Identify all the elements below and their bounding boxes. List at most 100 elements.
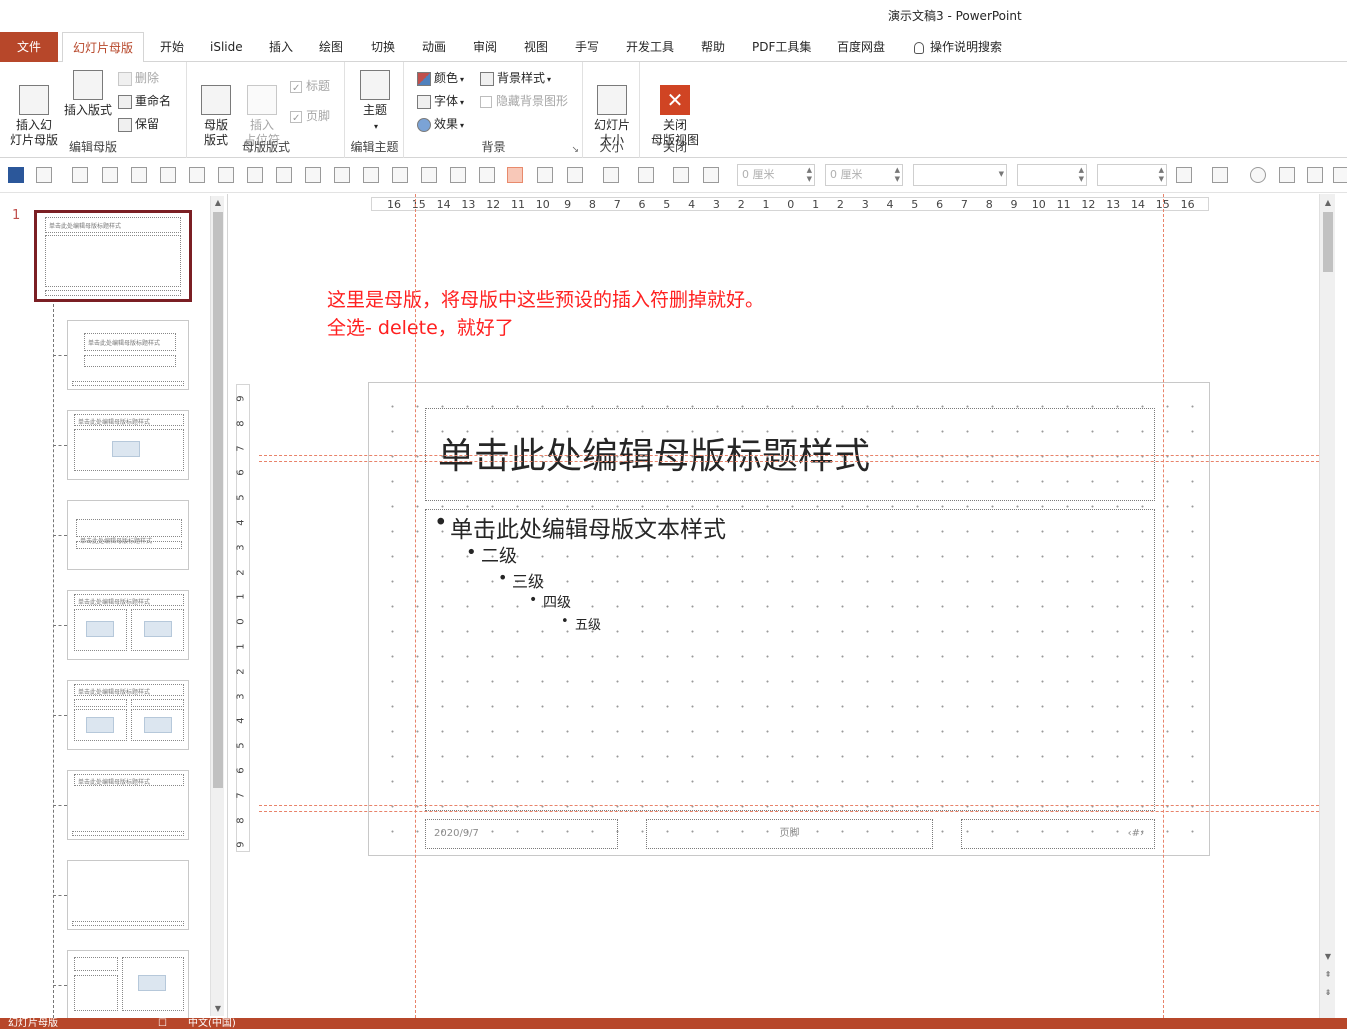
ungroup-icon[interactable] bbox=[160, 167, 176, 183]
shape-merge-icon[interactable] bbox=[1176, 167, 1192, 183]
resize-icon[interactable] bbox=[537, 167, 553, 183]
next-slide-icon[interactable]: ⇟ bbox=[1321, 986, 1335, 1000]
background-styles-button[interactable]: 背景样式 ▾ bbox=[480, 68, 551, 88]
master-slide-canvas[interactable]: 单击此处编辑母版标题样式 单击此处编辑母版文本样式 二级 三级 四级 五级 20… bbox=[368, 382, 1210, 856]
footer-checkbox[interactable]: 页脚 bbox=[290, 106, 330, 129]
group-icon[interactable] bbox=[131, 167, 147, 183]
horizontal-guide-bottom-1[interactable] bbox=[259, 805, 1319, 806]
align-right-icon[interactable] bbox=[363, 167, 379, 183]
footer-placeholder[interactable]: 页脚 bbox=[646, 819, 933, 849]
layout-thumbnail-content[interactable]: 单击此处编辑母版标题样式 bbox=[67, 410, 189, 480]
undo-icon[interactable] bbox=[36, 167, 52, 183]
slide-number-placeholder[interactable]: ‹#› bbox=[961, 819, 1155, 849]
insert-placeholder-button[interactable]: 插入 占位符 bbox=[236, 70, 288, 148]
tab-islide[interactable]: iSlide bbox=[210, 32, 243, 62]
layout-thumbnail-two-content[interactable]: 单击此处编辑母版标题样式 bbox=[67, 590, 189, 660]
tell-me-search[interactable]: 操作说明搜索 bbox=[914, 32, 1002, 62]
horizontal-guide-bottom-2[interactable] bbox=[259, 811, 1319, 812]
shape-width-input[interactable]: 0 厘米 ▲ ▼ bbox=[737, 164, 815, 186]
redo-icon[interactable] bbox=[72, 167, 88, 183]
select-icon[interactable] bbox=[1307, 167, 1323, 183]
distribute-horizontal-icon[interactable] bbox=[421, 167, 437, 183]
tab-developer[interactable]: 开发工具 bbox=[626, 32, 674, 62]
themes-button[interactable]: 主题 ▾ bbox=[353, 70, 397, 134]
layout-thumbnail-comparison[interactable]: 单击此处编辑母版标题样式 bbox=[67, 680, 189, 750]
rotation-spin-icon[interactable]: ▲ ▼ bbox=[1159, 166, 1164, 184]
tab-file[interactable]: 文件 bbox=[0, 32, 58, 62]
tab-review[interactable]: 审阅 bbox=[473, 32, 497, 62]
rename-button[interactable]: 重命名 bbox=[118, 91, 171, 111]
more-icon[interactable] bbox=[1333, 167, 1347, 183]
frame-icon[interactable] bbox=[479, 167, 495, 183]
tab-slide-master[interactable]: 幻灯片母版 bbox=[62, 32, 145, 63]
layout-thumbnail-blank[interactable] bbox=[67, 860, 189, 930]
tab-baidu-netdisk[interactable]: 百度网盘 bbox=[837, 32, 885, 62]
text-box-icon[interactable] bbox=[703, 167, 719, 183]
align-top-icon[interactable] bbox=[218, 167, 234, 183]
thumbnail-scrollbar[interactable]: ▲ ▼ bbox=[210, 196, 224, 1016]
font-name-select[interactable]: ▼ bbox=[913, 164, 1007, 186]
date-placeholder[interactable]: 2020/9/7 bbox=[425, 819, 618, 849]
spacing-input[interactable]: ▲ ▼ bbox=[1017, 164, 1087, 186]
status-language[interactable]: 中文(中国) bbox=[188, 1018, 236, 1029]
format-painter-icon[interactable] bbox=[673, 167, 689, 183]
scroll-up-icon[interactable]: ▲ bbox=[211, 196, 225, 210]
layout-thumbnail-section[interactable]: 单击此处编辑母版标题样式 bbox=[67, 500, 189, 570]
master-thumbnail[interactable]: 单击此处编辑母版标题样式 bbox=[34, 210, 192, 302]
rotation-input[interactable]: ▲ ▼ bbox=[1097, 164, 1167, 186]
scroll-down-icon[interactable]: ▼ bbox=[211, 1002, 225, 1016]
slide-size-button[interactable]: 幻灯片 大小 bbox=[589, 70, 635, 148]
fonts-button[interactable]: 字体 ▾ bbox=[417, 91, 464, 111]
master-layout-button[interactable]: 母版 版式 bbox=[194, 70, 238, 148]
vertical-guide-left[interactable] bbox=[415, 194, 416, 1018]
tab-animations[interactable]: 动画 bbox=[422, 32, 446, 62]
align-bottom-icon[interactable] bbox=[247, 167, 263, 183]
replace-icon[interactable] bbox=[1279, 167, 1295, 183]
editor-scroll-down-icon[interactable]: ▼ bbox=[1321, 950, 1335, 964]
colors-button[interactable]: 颜色 ▾ bbox=[417, 68, 464, 88]
layout-thumbnail-title-only[interactable]: 单击此处编辑母版标题样式 bbox=[67, 770, 189, 840]
title-checkbox[interactable]: 标题 bbox=[290, 76, 330, 99]
align-center-icon[interactable] bbox=[334, 167, 350, 183]
accessibility-icon[interactable]: ☐ bbox=[158, 1018, 167, 1029]
distribute-vertical-icon[interactable] bbox=[450, 167, 466, 183]
outline-icon[interactable] bbox=[638, 167, 654, 183]
effects-button[interactable]: 效果 ▾ bbox=[417, 114, 464, 134]
fill-icon[interactable] bbox=[603, 167, 619, 183]
insert-slide-master-button[interactable]: 插入幻 灯片母版 bbox=[6, 70, 62, 148]
tab-transitions[interactable]: 切换 bbox=[371, 32, 395, 62]
tab-pdf-tools[interactable]: PDF工具集 bbox=[752, 32, 811, 62]
align-left-icon[interactable] bbox=[305, 167, 321, 183]
shape-height-input[interactable]: 0 厘米 ▲ ▼ bbox=[825, 164, 903, 186]
tab-view[interactable]: 视图 bbox=[524, 32, 548, 62]
tab-home[interactable]: 开始 bbox=[160, 32, 184, 62]
editor-scrollbar[interactable]: ▲ ▼ ⇞ ⇟ bbox=[1319, 194, 1335, 1018]
hide-background-checkbox[interactable]: 隐藏背景图形 bbox=[480, 91, 568, 111]
align-icon[interactable] bbox=[102, 167, 118, 183]
close-master-view-button[interactable]: ✕ 关闭 母版视图 bbox=[645, 70, 705, 148]
tab-insert[interactable]: 插入 bbox=[269, 32, 293, 62]
horizontal-guide-top-2[interactable] bbox=[259, 461, 1319, 462]
vertical-guide-right[interactable] bbox=[1163, 194, 1164, 1018]
previous-slide-icon[interactable]: ⇞ bbox=[1321, 968, 1335, 982]
delete-button[interactable]: 删除 bbox=[118, 68, 159, 88]
body-placeholder[interactable]: 单击此处编辑母版文本样式 二级 三级 四级 五级 bbox=[425, 509, 1155, 811]
editor-scroll-thumb[interactable] bbox=[1323, 212, 1333, 272]
editor-scroll-up-icon[interactable]: ▲ bbox=[1321, 196, 1335, 210]
grid-icon[interactable] bbox=[507, 167, 523, 183]
layout-thumbnail-content-caption[interactable] bbox=[67, 950, 189, 1018]
insert-layout-button[interactable]: 插入版式 bbox=[60, 70, 116, 118]
height-spin-icon[interactable]: ▲ ▼ bbox=[895, 166, 900, 184]
layout-thumbnail-title[interactable]: 单击此处编辑母版标题样式 bbox=[67, 320, 189, 390]
snap-icon[interactable] bbox=[1212, 167, 1228, 183]
tab-ink[interactable]: 手写 bbox=[575, 32, 599, 62]
thumbnail-scroll-thumb[interactable] bbox=[213, 212, 223, 788]
align-middle-icon[interactable] bbox=[392, 167, 408, 183]
dialog-launcher-icon[interactable]: ↘ bbox=[571, 145, 579, 155]
tab-help[interactable]: 帮助 bbox=[701, 32, 725, 62]
record-icon[interactable] bbox=[1250, 167, 1266, 183]
spacing-spin-icon[interactable]: ▲ ▼ bbox=[1079, 166, 1084, 184]
save-icon[interactable] bbox=[8, 167, 24, 183]
width-spin-icon[interactable]: ▲ ▼ bbox=[807, 166, 812, 184]
preserve-button[interactable]: 保留 bbox=[118, 114, 159, 134]
